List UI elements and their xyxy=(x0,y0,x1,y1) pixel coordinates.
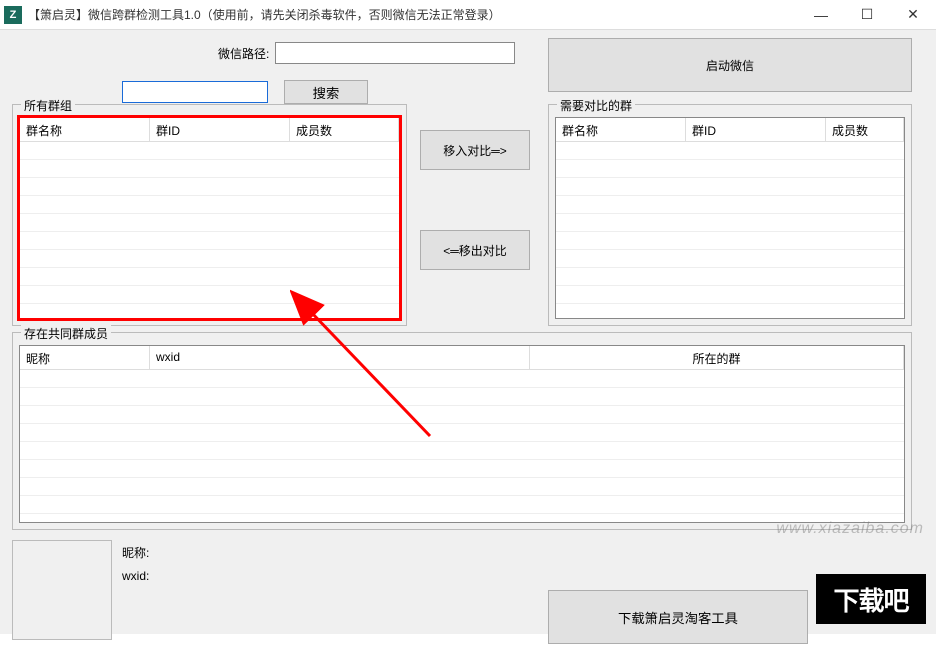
main-area: 微信路径: 启动微信 搜索 所有群组 群名称 群ID 成员数 移入对 xyxy=(0,30,936,634)
col-group-id[interactable]: 群ID xyxy=(686,118,826,141)
search-row: 搜索 xyxy=(122,80,368,104)
col-group-name[interactable]: 群名称 xyxy=(556,118,686,141)
table-row xyxy=(20,178,399,196)
table-row xyxy=(556,196,904,214)
table-header: 群名称 群ID 成员数 xyxy=(556,118,904,142)
launch-wechat-button[interactable]: 启动微信 xyxy=(548,38,912,92)
col-group-id[interactable]: 群ID xyxy=(150,118,290,141)
table-row xyxy=(20,442,904,460)
compare-groups-label: 需要对比的群 xyxy=(557,97,635,114)
table-row xyxy=(20,250,399,268)
minimize-button[interactable]: — xyxy=(798,0,844,30)
search-button[interactable]: 搜索 xyxy=(284,80,368,104)
col-group-name[interactable]: 群名称 xyxy=(20,118,150,141)
table-row xyxy=(556,232,904,250)
table-row xyxy=(20,406,904,424)
site-logo: 下载吧 xyxy=(816,574,926,624)
remove-from-compare-button[interactable]: <═移出对比 xyxy=(420,230,530,270)
close-button[interactable]: ✕ xyxy=(890,0,936,30)
col-in-group[interactable]: 所在的群 xyxy=(530,346,904,369)
table-row xyxy=(20,214,399,232)
col-members[interactable]: 成员数 xyxy=(290,118,399,141)
table-row xyxy=(20,196,399,214)
table-row xyxy=(20,286,399,304)
app-icon: Z xyxy=(4,6,22,24)
table-header: 群名称 群ID 成员数 xyxy=(20,118,399,142)
download-tool-button[interactable]: 下载箫启灵淘客工具 xyxy=(548,590,808,644)
window-controls: — ☐ ✕ xyxy=(798,0,936,30)
col-wxid[interactable]: wxid xyxy=(150,346,530,369)
col-nickname[interactable]: 昵称 xyxy=(20,346,150,369)
table-row xyxy=(556,142,904,160)
all-groups-panel: 所有群组 群名称 群ID 成员数 xyxy=(12,104,407,326)
table-row xyxy=(20,496,904,514)
table-header: 昵称 wxid 所在的群 xyxy=(20,346,904,370)
wechat-path-label: 微信路径: xyxy=(218,45,269,62)
search-input[interactable] xyxy=(122,81,268,103)
compare-groups-panel: 需要对比的群 群名称 群ID 成员数 xyxy=(548,104,912,326)
table-row xyxy=(20,268,399,286)
window-title: 【箫启灵】微信跨群检测工具1.0（使用前，请先关闭杀毒软件，否则微信无法正常登录… xyxy=(28,6,798,23)
col-members[interactable]: 成员数 xyxy=(826,118,904,141)
table-row xyxy=(20,142,399,160)
table-row xyxy=(20,370,904,388)
table-row xyxy=(20,232,399,250)
all-groups-label: 所有群组 xyxy=(21,97,75,114)
maximize-button[interactable]: ☐ xyxy=(844,0,890,30)
transfer-buttons: 移入对比═> <═移出对比 xyxy=(420,130,530,330)
table-row xyxy=(20,388,904,406)
common-members-label: 存在共同群成员 xyxy=(21,325,111,342)
watermark-text: www.xiazaiba.com xyxy=(776,520,924,538)
table-row xyxy=(556,286,904,304)
move-to-compare-button[interactable]: 移入对比═> xyxy=(420,130,530,170)
compare-groups-table[interactable]: 群名称 群ID 成员数 xyxy=(555,117,905,319)
table-row xyxy=(20,424,904,442)
table-row xyxy=(20,460,904,478)
wechat-path-input[interactable] xyxy=(275,42,515,64)
table-row xyxy=(20,478,904,496)
table-row xyxy=(556,160,904,178)
table-row xyxy=(556,214,904,232)
detail-wxid-label: wxid: xyxy=(122,569,924,583)
table-row xyxy=(20,160,399,178)
table-row xyxy=(556,250,904,268)
avatar-box xyxy=(12,540,112,640)
table-row xyxy=(556,178,904,196)
common-members-table[interactable]: 昵称 wxid 所在的群 xyxy=(19,345,905,523)
titlebar: Z 【箫启灵】微信跨群检测工具1.0（使用前，请先关闭杀毒软件，否则微信无法正常… xyxy=(0,0,936,30)
common-members-panel: 存在共同群成员 昵称 wxid 所在的群 xyxy=(12,332,912,530)
all-groups-table[interactable]: 群名称 群ID 成员数 xyxy=(17,115,402,321)
detail-nickname-label: 昵称: xyxy=(122,544,924,561)
table-row xyxy=(556,268,904,286)
